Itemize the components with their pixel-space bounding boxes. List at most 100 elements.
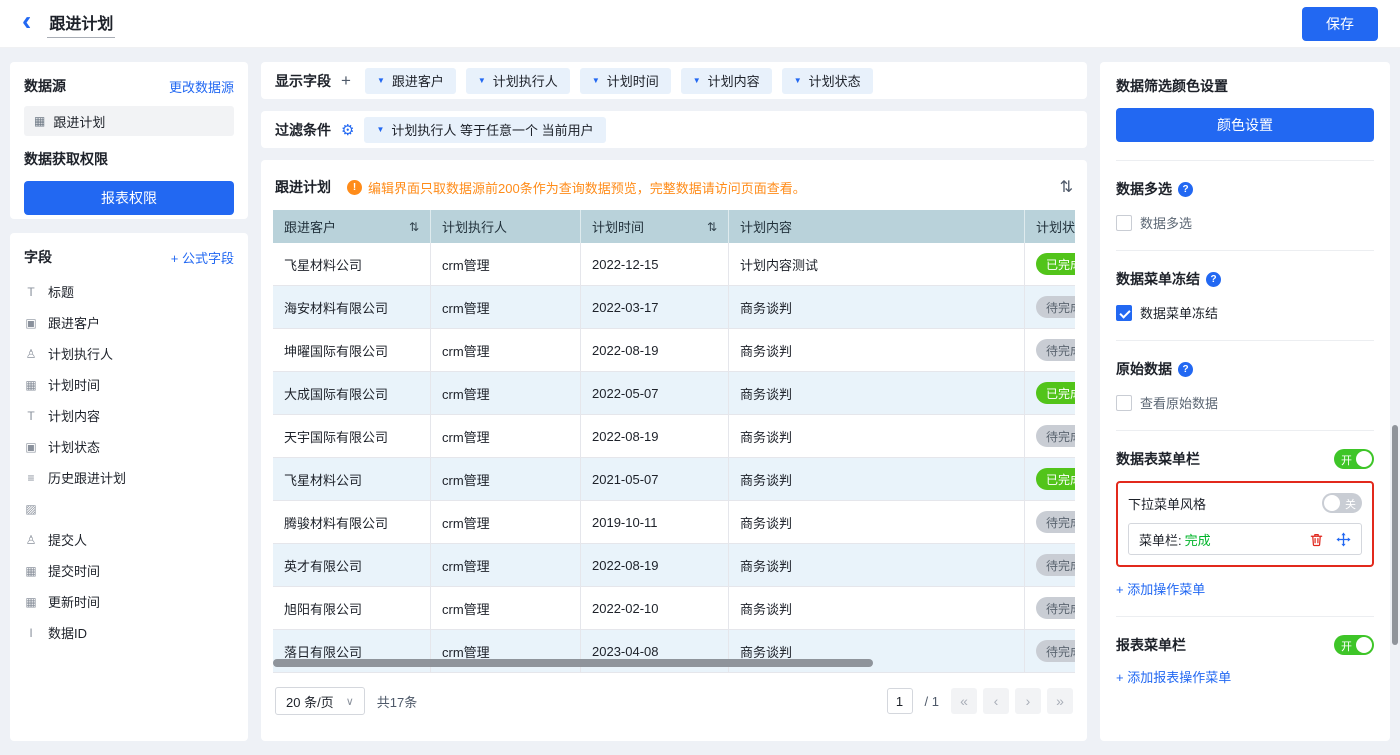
back-icon[interactable]: ‹ — [22, 6, 31, 35]
fields-title: 字段 — [24, 249, 52, 265]
add-action-menu-link[interactable]: + 添加操作菜单 — [1116, 579, 1205, 598]
change-datasource-link[interactable]: 更改数据源 — [169, 77, 234, 96]
page-size-value: 20 条/页 — [286, 694, 334, 710]
table-header-cell[interactable]: 计划时间 ⇅ — [581, 210, 729, 243]
field-list-item[interactable]: I 数据ID — [24, 617, 234, 648]
report-permission-button[interactable]: 报表权限 — [24, 181, 234, 215]
field-list-item[interactable]: ▨ — [24, 493, 234, 524]
cell-status: 待完成 — [1025, 630, 1075, 672]
color-setting-button[interactable]: 颜色设置 — [1116, 108, 1374, 142]
select-icon: ▣ — [25, 439, 37, 454]
next-page-button[interactable]: › — [1015, 688, 1041, 714]
toggle-on-label: 开 — [1341, 455, 1352, 467]
horizontal-scrollbar[interactable] — [273, 659, 873, 667]
column-label: 计划状态 — [1036, 220, 1075, 235]
cell-content: 商务谈判 — [729, 587, 1025, 629]
image-icon: ▨ — [25, 501, 37, 516]
raw-data-label: 查看原始数据 — [1140, 396, 1219, 411]
raw-data-checkbox[interactable] — [1116, 394, 1132, 411]
sort-order-icon[interactable]: ⇅ — [1060, 177, 1073, 197]
page-size-select[interactable]: 20 条/页 ∨ — [275, 687, 365, 715]
filter-bar: 过滤条件 ⚙ ▼ 计划执行人 等于任意一个 当前用户 — [261, 111, 1087, 148]
table-row: 坤曜国际有限公司 crm管理 2022-08-19 商务谈判 待完成 — [273, 329, 1075, 372]
field-chip[interactable]: ▼ 计划执行人 — [465, 67, 570, 94]
field-chip[interactable]: ▼ 计划状态 — [781, 67, 873, 94]
permission-title: 数据获取权限 — [24, 151, 108, 167]
status-badge: 已完成 — [1036, 253, 1075, 275]
table-panel: 跟进计划 ! 编辑界面只取数据源前200条作为查询数据预览，完整数据请访问页面查… — [261, 160, 1087, 741]
field-chip[interactable]: ▼ 跟进客户 — [364, 67, 456, 94]
menu-bar-item[interactable]: 菜单栏: 完成 — [1128, 523, 1362, 555]
cell-customer: 飞星材料公司 — [273, 243, 431, 285]
cell-customer: 旭阳有限公司 — [273, 587, 431, 629]
move-icon[interactable] — [1336, 531, 1351, 547]
total-count: 共17条 — [376, 694, 418, 710]
chip-label: 跟进客户 — [391, 74, 444, 89]
table-header-cell[interactable]: 计划内容 — [729, 210, 1025, 243]
add-report-action-link[interactable]: + 添加报表操作菜单 — [1116, 667, 1231, 686]
field-list-item[interactable]: T 标题 — [24, 276, 234, 307]
cell-status: 待完成 — [1025, 501, 1075, 543]
field-list-item[interactable]: ▦ 提交时间 — [24, 555, 234, 586]
help-icon[interactable]: ? — [1206, 271, 1221, 287]
datasource-item[interactable]: ▦ 跟进计划 — [24, 106, 234, 136]
add-display-field-icon[interactable]: + — [341, 71, 351, 91]
cell-executor: crm管理 — [431, 372, 581, 414]
table-body: 飞星材料公司 crm管理 2022-12-15 计划内容测试 已完成 海安材料有… — [273, 243, 1075, 673]
datasource-title: 数据源 — [24, 78, 66, 94]
column-sort-icon[interactable]: ⇅ — [409, 220, 419, 234]
cell-content: 商务谈判 — [729, 329, 1025, 371]
field-list-item[interactable]: ≡ 历史跟进计划 — [24, 462, 234, 493]
cell-content: 计划内容测试 — [729, 243, 1025, 285]
delete-icon[interactable] — [1309, 532, 1324, 547]
field-list-item[interactable]: ♙ 计划执行人 — [24, 338, 234, 369]
prev-page-button[interactable]: ‹ — [983, 688, 1009, 714]
first-page-button[interactable]: « — [951, 688, 977, 714]
multi-select-checkbox[interactable] — [1116, 214, 1132, 231]
table-header-cell[interactable]: 跟进客户 ⇅ — [273, 210, 431, 243]
filter-condition-chip[interactable]: ▼ 计划执行人 等于任意一个 当前用户 — [364, 116, 606, 143]
field-list-item[interactable]: T 计划内容 — [24, 400, 234, 431]
field-label: 计划状态 — [48, 440, 101, 455]
field-label: 提交时间 — [48, 564, 101, 579]
field-list-item[interactable]: ▣ 跟进客户 — [24, 307, 234, 338]
cell-date: 2022-08-19 — [581, 544, 729, 586]
vertical-scrollbar[interactable] — [1392, 425, 1398, 645]
cell-executor: crm管理 — [431, 329, 581, 371]
dropdown-style-toggle[interactable]: 关 — [1322, 493, 1362, 513]
save-button[interactable]: 保存 — [1302, 6, 1378, 41]
menu-freeze-checkbox[interactable] — [1116, 304, 1132, 321]
menu-item-prefix: 菜单栏: — [1139, 532, 1182, 548]
cell-customer: 坤曜国际有限公司 — [273, 329, 431, 371]
field-list-item[interactable]: ♙ 提交人 — [24, 524, 234, 555]
field-list-item[interactable]: ▦ 计划时间 — [24, 369, 234, 400]
cell-date: 2022-08-19 — [581, 329, 729, 371]
add-formula-field-link[interactable]: + 公式字段 — [171, 248, 234, 267]
status-badge: 待完成 — [1036, 425, 1075, 447]
gear-icon[interactable]: ⚙ — [341, 121, 354, 139]
column-label: 跟进客户 — [284, 220, 337, 235]
help-icon[interactable]: ? — [1178, 361, 1193, 377]
table-header-cell[interactable]: 计划状态 — [1025, 210, 1075, 243]
warning-icon: ! — [347, 179, 362, 195]
help-icon[interactable]: ? — [1178, 181, 1193, 197]
datasource-panel: 数据源 更改数据源 ▦ 跟进计划 数据获取权限 报表权限 — [10, 62, 248, 219]
field-chip[interactable]: ▼ 计划内容 — [680, 67, 772, 94]
cell-status: 待完成 — [1025, 544, 1075, 586]
toggle-knob — [1356, 637, 1372, 653]
column-sort-icon[interactable]: ⇅ — [707, 220, 717, 234]
page-title[interactable]: 跟进计划 — [47, 10, 116, 38]
table-header-cell[interactable]: 计划执行人 — [431, 210, 581, 243]
field-list-item[interactable]: ▣ 计划状态 — [24, 431, 234, 462]
report-menu-toggle[interactable]: 开 — [1334, 635, 1374, 655]
field-list-item[interactable]: ▦ 更新时间 — [24, 586, 234, 617]
table-menu-toggle[interactable]: 开 — [1334, 449, 1374, 469]
cell-executor: crm管理 — [431, 415, 581, 457]
cell-status: 已完成 — [1025, 372, 1075, 414]
current-page-input[interactable]: 1 — [886, 688, 913, 714]
settings-panel: 数据筛选颜色设置 颜色设置 数据多选 ? 数据多选 数据菜单冻结 ? 数据菜单冻… — [1100, 62, 1390, 741]
field-chip[interactable]: ▼ 计划时间 — [579, 67, 671, 94]
cell-content: 商务谈判 — [729, 501, 1025, 543]
status-badge: 已完成 — [1036, 382, 1075, 404]
last-page-button[interactable]: » — [1047, 688, 1073, 714]
